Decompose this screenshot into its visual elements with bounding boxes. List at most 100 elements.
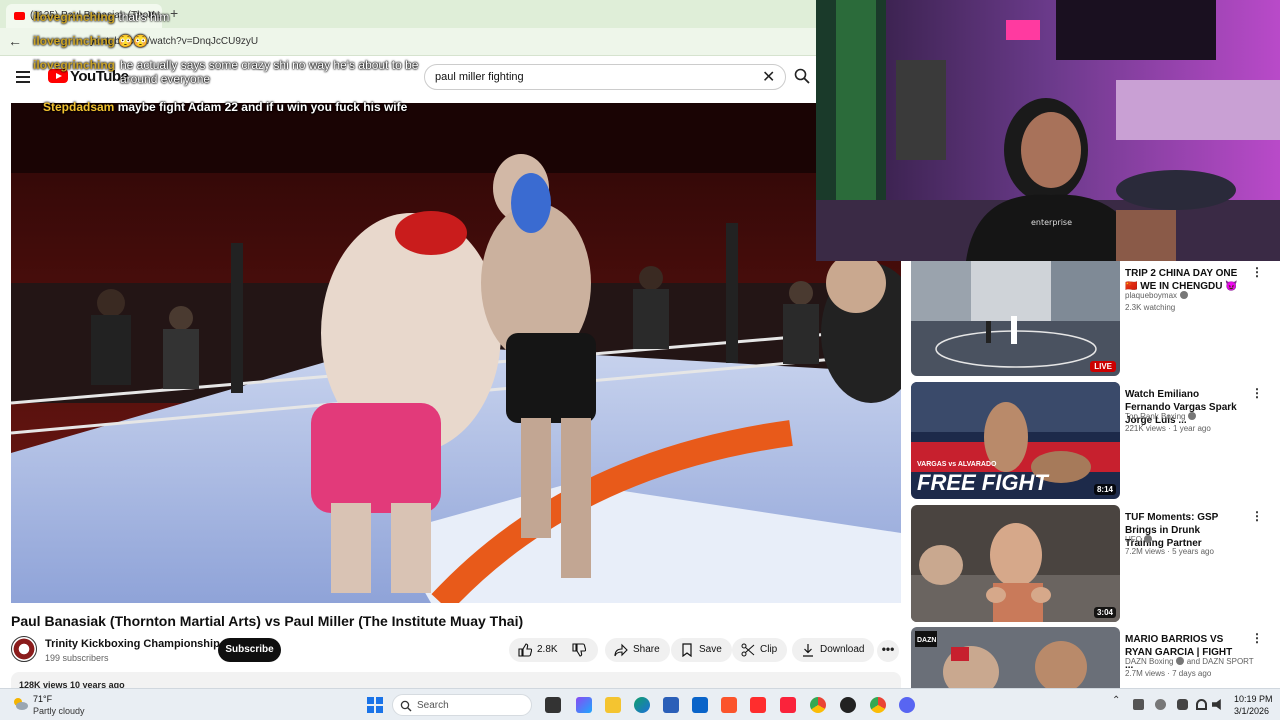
recommendation-meta: 2.7M views · 7 days ago	[1125, 669, 1212, 678]
like-button[interactable]: 2.8K	[509, 638, 562, 662]
webcam-overlay: enterprise	[816, 0, 1280, 261]
thumbnail-image: DAZN	[911, 627, 1120, 688]
youtube-app-icon[interactable]	[750, 697, 766, 713]
share-label: Share	[633, 644, 660, 655]
new-tab-button[interactable]: +	[170, 5, 178, 21]
edge-icon[interactable]	[634, 697, 650, 713]
more-options-icon[interactable]: ⋮	[1251, 386, 1263, 400]
download-label: Download	[820, 644, 865, 655]
recommendation-channel[interactable]: plaqueboymax	[1125, 291, 1189, 300]
search-icon	[400, 700, 412, 712]
search-input[interactable]: paul miller fighting	[424, 64, 786, 90]
thumbnail-image	[911, 505, 1120, 622]
video-thumbnail[interactable]: FREE FIGHT VARGAS vs ALVARADO 8:14	[911, 382, 1120, 499]
video-thumbnail[interactable]: 3:04	[911, 505, 1120, 622]
chrome-profile-icon[interactable]	[870, 697, 886, 713]
channel-label: plaqueboymax	[1125, 291, 1178, 300]
verified-icon	[1176, 657, 1185, 665]
youtube-favicon-icon	[14, 12, 25, 20]
recommendation-channel[interactable]: UFC	[1125, 535, 1153, 544]
windows-taskbar: 71°F Partly cloudy Search ⌃ 10:19 PM 3/1…	[0, 688, 1280, 720]
download-button[interactable]: Download	[792, 638, 875, 662]
more-options-icon[interactable]: ⋮	[1251, 509, 1263, 523]
recommendation-title[interactable]: Watch Emiliano Fernando Vargas Spark Jor…	[1125, 388, 1241, 427]
chat-text: that's him	[118, 10, 170, 24]
search-icon[interactable]	[794, 68, 810, 84]
like-count: 2.8K	[537, 644, 558, 655]
windows-start-icon[interactable]	[367, 697, 383, 713]
chat-username: ilovegrinching	[33, 34, 116, 48]
taskbar-search-placeholder: Search	[417, 700, 449, 711]
scissors-icon	[741, 643, 755, 657]
channel-label: DAZN Boxing	[1125, 657, 1174, 666]
chat-username: ilovegrinching	[33, 10, 116, 24]
verified-icon	[1188, 412, 1197, 420]
duration-badge: 8:14	[1093, 484, 1116, 495]
show-hidden-icons-icon[interactable]: ⌃	[1112, 695, 1123, 706]
clear-search-icon[interactable]: ✕	[762, 67, 775, 87]
file-explorer-icon[interactable]	[605, 697, 621, 713]
task-view-icon[interactable]	[545, 697, 561, 713]
channel-extra-label: and DAZN SPORT	[1186, 657, 1254, 666]
microsoft-store-icon[interactable]	[663, 697, 679, 713]
wifi-icon[interactable]	[1196, 699, 1207, 710]
microphone-icon[interactable]	[1177, 699, 1188, 710]
more-options-icon[interactable]: ⋮	[1251, 631, 1263, 645]
video-player[interactable]	[11, 103, 901, 603]
more-options-icon[interactable]: ⋮	[1251, 265, 1263, 279]
video-thumbnail[interactable]: LIVE	[911, 261, 1120, 376]
recommendation-meta: 2.3K watching	[1125, 303, 1176, 312]
subscribe-button[interactable]: Subscribe	[218, 638, 281, 662]
thumbs-up-icon	[518, 643, 532, 657]
outlook-icon[interactable]	[692, 697, 708, 713]
chat-message: Stepdadsam maybe fight Adam 22 and if u …	[43, 100, 407, 114]
chrome-icon[interactable]	[810, 697, 826, 713]
more-actions-button[interactable]: •••	[877, 640, 899, 662]
duration-badge: 3:04	[1093, 607, 1116, 618]
weather-temperature[interactable]: 71°F	[33, 694, 52, 704]
clock-time[interactable]: 10:19 PM	[1234, 694, 1273, 704]
channel-label: UFC	[1125, 535, 1142, 544]
copilot-icon[interactable]	[576, 697, 592, 713]
recommendation-meta: 221K views · 1 year ago	[1125, 424, 1211, 433]
share-button[interactable]: Share	[605, 638, 670, 662]
video-frame	[11, 103, 901, 603]
chat-text: 😳😳	[118, 34, 149, 48]
recommendation-channel[interactable]: Top Rank Boxing	[1125, 412, 1197, 421]
video-thumbnail[interactable]: DAZN	[911, 627, 1120, 688]
channel-name[interactable]: Trinity Kickboxing Championship	[45, 638, 220, 650]
thumbnail-text: FREE FIGHT	[917, 470, 1049, 495]
brave-icon[interactable]	[721, 697, 737, 713]
chat-username: Stepdadsam	[43, 100, 115, 114]
verified-icon	[1144, 535, 1153, 543]
recommendation-title[interactable]: MARIO BARRIOS VS RYAN GARCIA | FIGHT ...	[1125, 633, 1241, 672]
clip-label: Clip	[760, 644, 778, 655]
channel-avatar[interactable]	[11, 636, 37, 662]
thumbnail-image	[911, 261, 1120, 376]
thumbs-down-icon	[572, 643, 586, 657]
recommendation-meta: 7.2M views · 5 years ago	[1125, 547, 1214, 556]
chat-message: ilovegrinching that's him	[33, 10, 169, 24]
back-button[interactable]: ←	[8, 33, 22, 49]
tray-app-icon[interactable]	[1133, 699, 1144, 710]
app-icon[interactable]	[840, 697, 856, 713]
channel-label: Top Rank Boxing	[1125, 412, 1186, 421]
recommendation-title[interactable]: TUF Moments: GSP Brings in Drunk Trainin…	[1125, 511, 1241, 550]
weather-description[interactable]: Partly cloudy	[33, 706, 85, 716]
discord-icon[interactable]	[899, 697, 915, 713]
clip-button[interactable]: Clip	[732, 638, 788, 662]
video-title: Paul Banasiak (Thornton Martial Arts) vs…	[11, 613, 524, 629]
music-app-icon[interactable]	[780, 697, 796, 713]
save-button[interactable]: Save	[671, 638, 732, 662]
chat-message: ilovegrinching 😳😳	[33, 34, 148, 48]
dislike-button[interactable]	[562, 638, 598, 662]
partly-cloudy-icon[interactable]	[12, 697, 28, 711]
tray-cloud-icon[interactable]	[1155, 699, 1166, 710]
volume-icon[interactable]	[1212, 699, 1221, 710]
clock-date[interactable]: 3/1/2026	[1234, 706, 1269, 716]
recommendation-channel[interactable]: DAZN Boxing and DAZN SPORT	[1125, 657, 1254, 666]
recommendation-title[interactable]: TRIP 2 CHINA DAY ONE 🇨🇳 WE IN CHENGDU 😈	[1125, 267, 1241, 293]
shirt-print: enterprise	[1031, 218, 1072, 227]
hamburger-menu-icon[interactable]	[16, 71, 30, 83]
taskbar-search-input[interactable]: Search	[392, 694, 532, 716]
